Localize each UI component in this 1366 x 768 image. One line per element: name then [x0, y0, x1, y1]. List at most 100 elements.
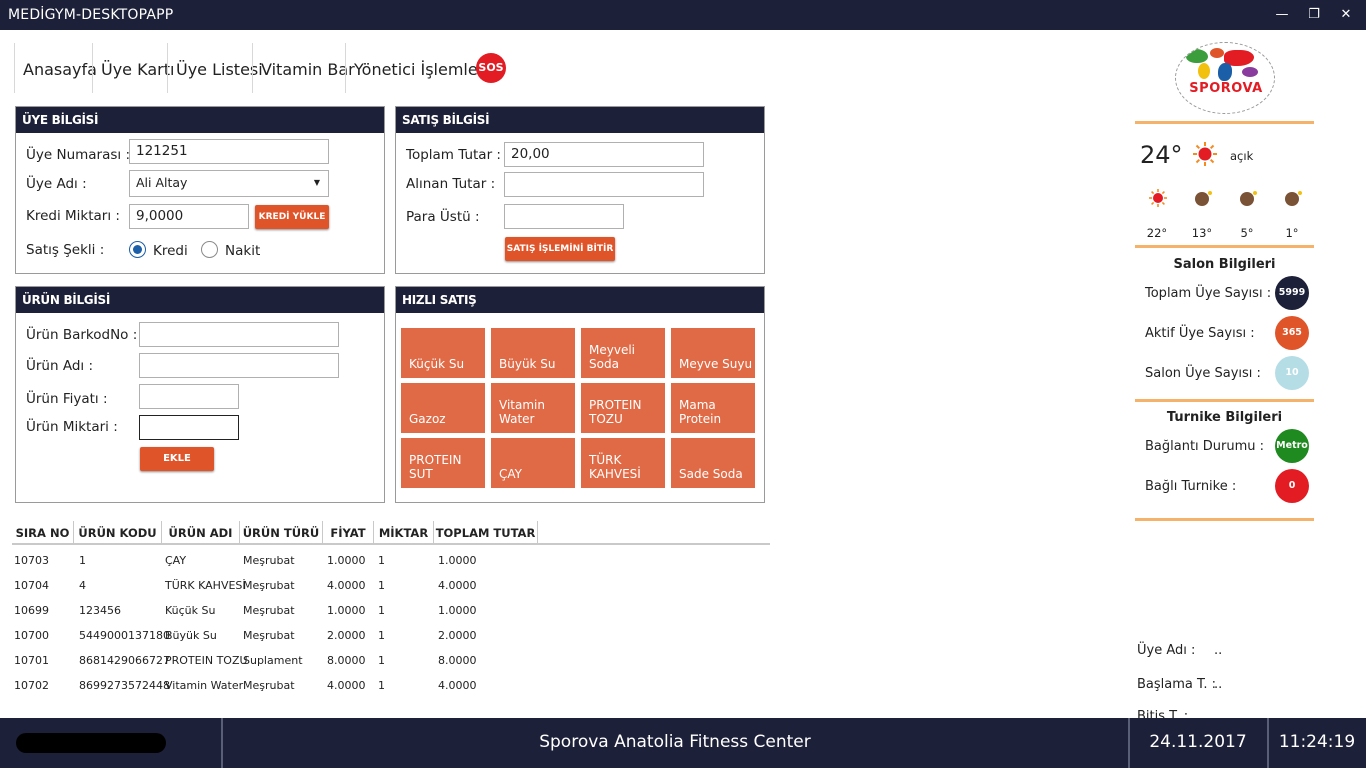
table-cell: TÜRK KAHVESİ: [165, 579, 246, 592]
center-title: Sporova Anatolia Fitness Center: [539, 732, 811, 752]
quick-sale-tile[interactable]: Mama Protein: [671, 383, 755, 433]
table-row[interactable]: 10704 4 TÜRK KAHVESİ Meşrubat 4.0000 1 4.0000: [12, 573, 770, 598]
col-miktar[interactable]: MİKTAR: [374, 521, 434, 545]
table-cell: 123456: [79, 604, 121, 617]
table-cell: 1.0000: [327, 554, 366, 567]
table-cell: 8.0000: [438, 654, 477, 667]
quick-sale-tile[interactable]: Büyük Su: [491, 328, 575, 378]
table-cell: 8.0000: [327, 654, 366, 667]
urun-adi-label: Ürün Adı :: [26, 358, 93, 374]
nav-uye-listesi[interactable]: Üye Listesi: [167, 43, 263, 93]
nav-vitamin-bar[interactable]: Vitamin Bar: [252, 43, 355, 93]
table-row[interactable]: 10700 5449000137180 Büyük Su Meşrubat 2.0000…: [12, 623, 770, 648]
table-cell: Meşrubat: [243, 579, 295, 592]
quick-sale-tile[interactable]: PROTEIN TOZU: [581, 383, 665, 433]
quick-sale-tile[interactable]: Vitamin Water: [491, 383, 575, 433]
table-cell: 10701: [14, 654, 49, 667]
redacted-user: [16, 733, 166, 753]
ekle-button[interactable]: EKLE: [140, 447, 214, 471]
quick-sale-tile-label: Gazoz: [409, 412, 446, 426]
aktif-uye-label: Aktif Üye Sayısı :: [1145, 326, 1255, 341]
logo-text: SPOROVA: [1189, 81, 1263, 96]
uye-numarasi-input[interactable]: 121251: [129, 139, 329, 164]
kredi-yukle-button[interactable]: KREDİ YÜKLE: [255, 205, 329, 229]
quick-sale-tile[interactable]: Gazoz: [401, 383, 485, 433]
uye-adi-select[interactable]: Ali Altay ▼: [129, 170, 329, 197]
night-icon: [1283, 188, 1305, 208]
urun-adi-input[interactable]: [139, 353, 339, 378]
quick-sale-tile[interactable]: TÜRK KAHVESİ: [581, 438, 665, 488]
quick-sale-tile-label: TÜRK: [589, 453, 622, 467]
quick-sale-tile-label: Protein: [679, 412, 722, 426]
quick-sale-tile[interactable]: Meyveli Soda: [581, 328, 665, 378]
quick-sale-tile-label: Küçük Su: [409, 357, 465, 371]
table-cell: 1: [378, 679, 385, 692]
urun-barkod-input[interactable]: [139, 322, 339, 347]
hizli-satis-panel: HIZLI SATIŞ Küçük Su Büyük Su Meyveli Soda M…: [395, 286, 765, 503]
kredi-miktari-input[interactable]: 9,0000: [129, 204, 249, 229]
table-row[interactable]: 10699 123456 Küçük Su Meşrubat 1.0000 1 1.0000: [12, 598, 770, 623]
salon-uye-badge: 10: [1275, 356, 1309, 390]
nav-yonetici-islemleri[interactable]: Yönetici İşlemleri: [345, 43, 489, 93]
quick-sale-tile[interactable]: Sade Soda: [671, 438, 755, 488]
minimize-icon[interactable]: —: [1270, 5, 1294, 25]
col-sira-no[interactable]: SIRA NO: [12, 521, 74, 545]
nakit-radio[interactable]: [201, 241, 218, 258]
table-cell: 1.0000: [438, 604, 477, 617]
urun-miktari-label: Ürün Miktari :: [26, 419, 118, 435]
urun-miktari-input[interactable]: [139, 415, 239, 440]
toplam-tutar-input[interactable]: 20,00: [504, 142, 704, 167]
aktif-uye-badge: 365: [1275, 316, 1309, 350]
col-urun-kodu[interactable]: ÜRÜN KODU: [74, 521, 162, 545]
status-bar: Sporova Anatolia Fitness Center 24.11.20…: [0, 718, 1366, 768]
urun-fiyati-input[interactable]: [139, 384, 239, 409]
forecast-temp: 5°: [1240, 226, 1254, 240]
nakit-radio-label[interactable]: Nakit: [225, 243, 260, 259]
kredi-radio[interactable]: [129, 241, 146, 258]
member-baslama-label: Başlama T. :: [1137, 677, 1217, 692]
app-title: MEDİGYM-DESKTOPAPP: [8, 7, 174, 23]
restore-icon[interactable]: ❐: [1302, 5, 1326, 25]
col-toplam-tutar[interactable]: TOPLAM TUTAR: [434, 521, 538, 545]
col-urun-turu[interactable]: ÜRÜN TÜRÜ: [240, 521, 323, 545]
night-icon: [1193, 188, 1215, 208]
table-row[interactable]: 10703 1 ÇAY Meşrubat 1.0000 1 1.0000: [12, 548, 770, 573]
col-urun-adi[interactable]: ÜRÜN ADI: [162, 521, 240, 545]
para-ustu-input[interactable]: [504, 204, 624, 229]
toplam-uye-label: Toplam Üye Sayısı :: [1145, 286, 1272, 301]
alinan-tutar-input[interactable]: [504, 172, 704, 197]
table-cell: 4.0000: [327, 579, 366, 592]
table-cell: 8699273572448: [79, 679, 170, 692]
divider: [221, 718, 223, 768]
baglanti-durumu-badge: Metro: [1275, 429, 1309, 463]
table-cell: 1.0000: [327, 604, 366, 617]
sos-button[interactable]: SOS: [476, 53, 506, 83]
quick-sale-tile-label: Büyük Su: [499, 357, 556, 371]
table-cell: Meşrubat: [243, 554, 295, 567]
table-cell: 1: [378, 654, 385, 667]
forecast-temp: 22°: [1146, 226, 1168, 240]
table-row[interactable]: 10702 8699273572448 Vitamin Water Meşrubat 4…: [12, 673, 770, 698]
uye-adi-label: Üye Adı :: [26, 176, 87, 192]
quick-sale-tile-label: Soda: [589, 357, 619, 371]
member-uye-adi-label: Üye Adı :: [1137, 643, 1196, 658]
quick-sale-tile[interactable]: PROTEIN SUT: [401, 438, 485, 488]
title-bar: MEDİGYM-DESKTOPAPP — ❐ ✕: [0, 0, 1366, 30]
quick-sale-tile-label: SUT: [409, 467, 433, 481]
table-cell: Meşrubat: [243, 629, 295, 642]
quick-sale-tile[interactable]: ÇAY: [491, 438, 575, 488]
kredi-radio-label[interactable]: Kredi: [153, 243, 188, 259]
quick-sale-tile[interactable]: Küçük Su: [401, 328, 485, 378]
nav-uye-karti[interactable]: Üye Kartı: [92, 43, 174, 93]
table-cell: Meşrubat: [243, 679, 295, 692]
satis-bitir-button[interactable]: SATIŞ İŞLEMİNİ BİTİR: [505, 237, 615, 261]
table-cell: 1.0000: [438, 554, 477, 567]
close-icon[interactable]: ✕: [1334, 5, 1358, 25]
nav-anasayfa[interactable]: Anasayfa: [14, 43, 97, 93]
quick-sale-tile[interactable]: Meyve Suyu: [671, 328, 755, 378]
table-cell: 4.0000: [438, 579, 477, 592]
col-fiyat[interactable]: FİYAT: [323, 521, 374, 545]
table-row[interactable]: 10701 8681429066727 PROTEIN TOZU Suplament 8…: [12, 648, 770, 673]
uye-adi-selected: Ali Altay: [136, 175, 188, 190]
quick-sale-tile-label: Mama: [679, 398, 716, 412]
